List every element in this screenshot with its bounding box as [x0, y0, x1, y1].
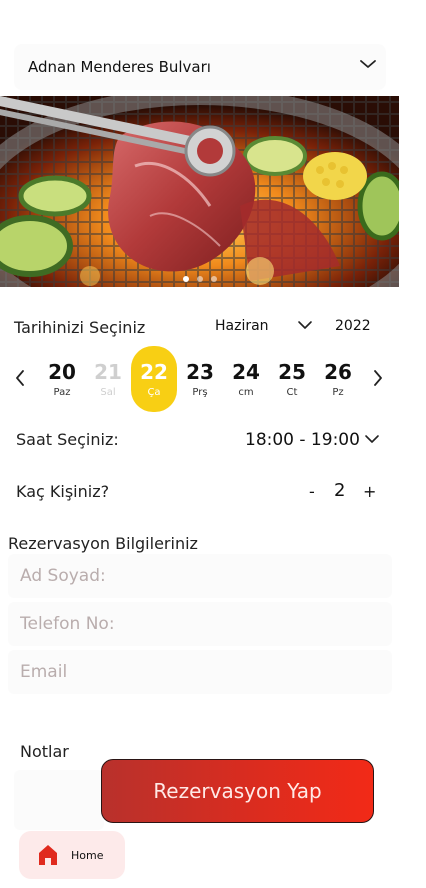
date-day: 21 Sal: [86, 346, 130, 412]
day-weekday: Paz: [53, 387, 71, 398]
time-label: Saat Seçiniz:: [16, 430, 119, 449]
day-number: 21: [94, 360, 122, 384]
slider-dot[interactable]: [182, 276, 189, 282]
day-number: 24: [232, 360, 260, 384]
day-number: 23: [186, 360, 214, 384]
slider-dot[interactable]: [210, 276, 217, 282]
day-weekday: Pz: [332, 387, 344, 398]
day-weekday: Sal: [100, 387, 116, 398]
day-weekday: Ct: [286, 387, 298, 398]
home-icon: [39, 845, 57, 865]
chevron-down-icon[interactable]: [297, 319, 313, 331]
hero-image: [0, 96, 399, 287]
date-day[interactable]: 23 Prş: [178, 346, 222, 412]
month-value[interactable]: Haziran: [215, 318, 269, 334]
day-weekday: Ça: [147, 387, 161, 398]
date-day[interactable]: 24 cm: [224, 346, 268, 412]
chevron-down-icon[interactable]: [358, 56, 378, 72]
date-label: Tarihinizi Seçiniz: [14, 318, 146, 337]
notes-label: Notlar: [20, 742, 69, 761]
date-day[interactable]: 25 Ct: [270, 346, 314, 412]
name-field[interactable]: [8, 554, 392, 598]
date-day[interactable]: 26 Pz: [316, 346, 360, 412]
day-number: 26: [324, 360, 352, 384]
day-number: 20: [48, 360, 76, 384]
phone-field[interactable]: [8, 602, 392, 646]
day-weekday: cm: [238, 387, 254, 398]
slider-dots[interactable]: [0, 276, 399, 284]
nav-home-tab[interactable]: Home: [19, 831, 125, 879]
slider-dot[interactable]: [196, 276, 203, 282]
nav-home-label: Home: [71, 848, 104, 862]
reservation-info-heading: Rezervasyon Bilgileriniz: [8, 534, 198, 553]
chevron-right-icon[interactable]: [370, 368, 386, 388]
date-day-selected[interactable]: 22 Ça: [131, 346, 177, 412]
email-field[interactable]: [8, 650, 392, 694]
guests-label: Kaç Kişiniz?: [16, 482, 110, 501]
year-value[interactable]: 2022: [335, 318, 371, 334]
day-number: 25: [278, 360, 306, 384]
notes-field[interactable]: [14, 770, 104, 830]
chevron-down-icon[interactable]: [364, 433, 380, 445]
guests-increase-button[interactable]: +: [363, 482, 376, 501]
location-label[interactable]: Adnan Menderes Bulvarı: [28, 58, 211, 76]
day-weekday: Prş: [192, 387, 208, 398]
date-day[interactable]: 20 Paz: [40, 346, 84, 412]
guests-count: 2: [334, 480, 346, 501]
guests-decrease-button[interactable]: -: [309, 482, 315, 501]
day-number: 22: [140, 360, 168, 384]
chevron-left-icon[interactable]: [12, 368, 28, 388]
reserve-button[interactable]: Rezervasyon Yap: [101, 759, 374, 823]
time-value[interactable]: 18:00 - 19:00: [245, 430, 360, 450]
